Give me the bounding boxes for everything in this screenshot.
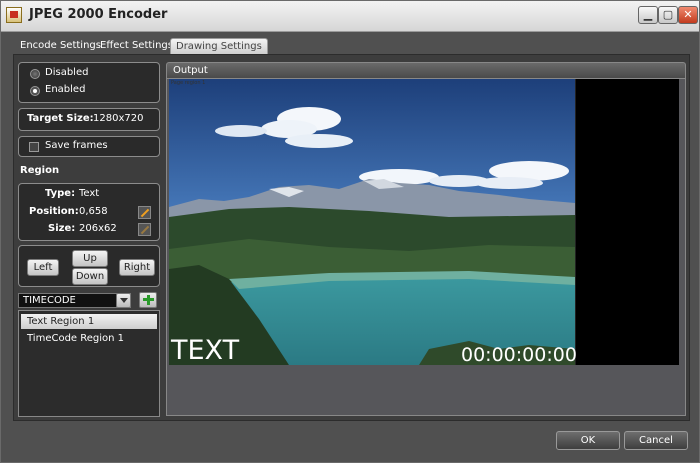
move-right-button[interactable]: Right — [119, 259, 155, 276]
size-value: 206x62 — [79, 223, 117, 234]
chevron-down-icon[interactable] — [116, 293, 131, 308]
region-type-select[interactable]: TIMECODE — [18, 293, 131, 308]
region-info-panel: Type: Text Position: 0,658 Size: 206x62 — [18, 183, 160, 241]
app-icon — [6, 7, 22, 23]
cancel-button[interactable]: Cancel — [624, 431, 688, 450]
tab-drawing-settings[interactable]: Drawing Settings — [170, 38, 268, 54]
position-label: Position: — [29, 206, 79, 217]
target-size-label: Target Size: — [27, 113, 94, 124]
save-frames-checkbox[interactable] — [29, 142, 39, 152]
disabled-radio[interactable] — [30, 69, 40, 79]
maximize-button[interactable]: ▢ — [658, 6, 678, 24]
output-title: Output — [173, 65, 208, 76]
tab-encode-settings[interactable]: Encode Settings — [15, 38, 106, 53]
region-caption: Page region 1 — [171, 80, 206, 86]
type-label: Type: — [45, 188, 76, 199]
region-type-value: TIMECODE — [23, 295, 76, 306]
minimize-button[interactable]: ▁ — [638, 6, 658, 24]
target-size-panel: Target Size: 1280x720 — [18, 108, 160, 131]
ok-button[interactable]: OK — [556, 431, 620, 450]
tab-effect-settings[interactable]: Effect Settings — [95, 38, 178, 53]
region-heading: Region — [20, 165, 60, 176]
move-down-button[interactable]: Down — [72, 268, 108, 285]
type-value: Text — [79, 188, 100, 199]
region-list: Text Region 1 TimeCode Region 1 — [18, 310, 160, 417]
position-value: 0,658 — [79, 206, 108, 217]
output-header: Output — [166, 62, 686, 78]
mode-panel: Disabled Enabled — [18, 62, 160, 103]
landscape-picture — [169, 79, 575, 365]
encoder-window: JPEG 2000 Encoder ▁ ▢ ✕ Encode Settings … — [0, 0, 700, 463]
move-left-button[interactable]: Left — [27, 259, 59, 276]
timecode-overlay: 00:00:00:00 — [461, 344, 577, 365]
save-frames-label: Save frames — [45, 140, 108, 151]
list-item[interactable]: TimeCode Region 1 — [21, 331, 157, 346]
window-title: JPEG 2000 Encoder — [29, 7, 168, 22]
target-size-value: 1280x720 — [93, 113, 144, 124]
save-frames-panel: Save frames — [18, 136, 160, 157]
add-region-plus-icon[interactable] — [139, 292, 157, 308]
edit-position-pencil-icon[interactable] — [138, 206, 151, 219]
disabled-label: Disabled — [45, 67, 89, 78]
landscape-image — [169, 79, 576, 365]
list-item[interactable]: Text Region 1 — [21, 314, 157, 329]
size-label: Size: — [48, 223, 76, 234]
title-bar[interactable]: JPEG 2000 Encoder ▁ ▢ ✕ — [1, 1, 699, 32]
edit-size-pencil-icon[interactable] — [138, 223, 151, 236]
close-button[interactable]: ✕ — [678, 6, 698, 24]
video-preview: Page region 1 TEXT 00:00:00:00 — [169, 79, 679, 365]
move-up-button[interactable]: Up — [72, 250, 108, 267]
enabled-label: Enabled — [45, 84, 86, 95]
enabled-radio[interactable] — [30, 86, 40, 96]
move-panel: Left Up Down Right — [18, 245, 160, 287]
text-overlay: TEXT — [171, 335, 240, 365]
